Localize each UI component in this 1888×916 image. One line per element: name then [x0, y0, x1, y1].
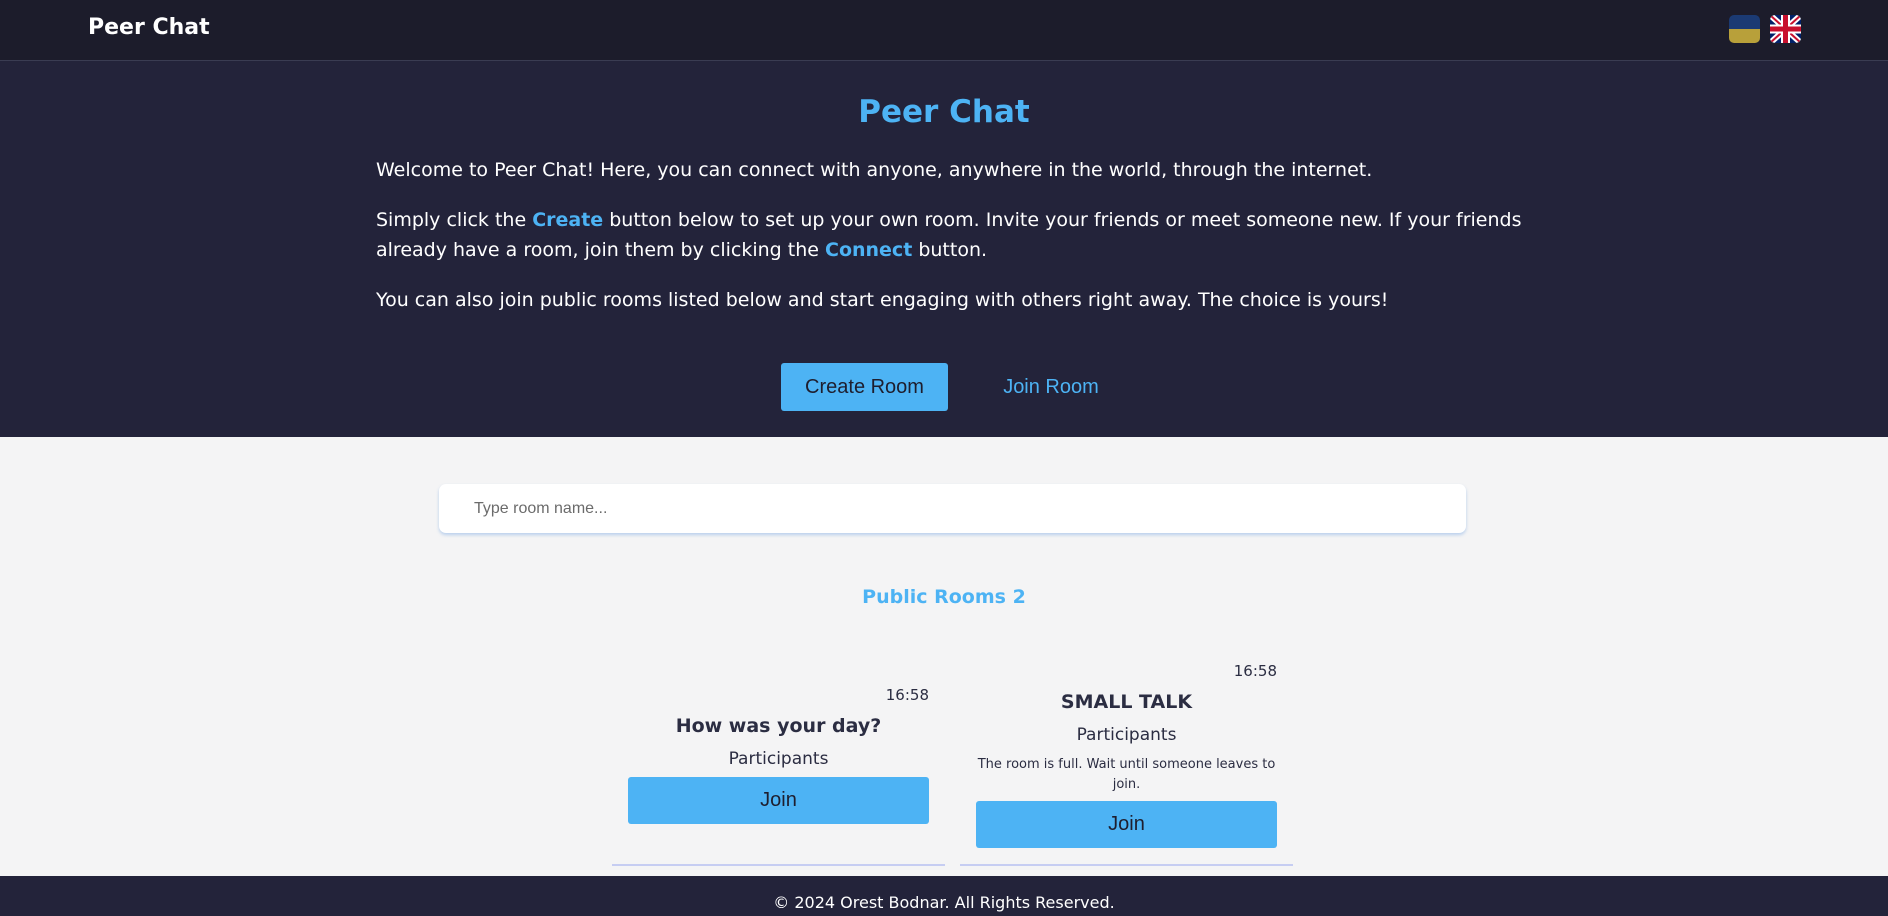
connect-highlight: Connect	[825, 239, 913, 261]
room-time: 16:58	[885, 686, 929, 704]
room-name: How was your day?	[675, 715, 882, 737]
ukraine-flag-icon[interactable]	[1729, 15, 1760, 43]
room-name: SMALL TALK	[1060, 691, 1193, 713]
room-search-input[interactable]	[439, 484, 1466, 533]
intro-text: Welcome to Peer Chat! Here, you can conn…	[376, 155, 1526, 335]
intro-paragraph-2: Simply click the Create button below to …	[376, 205, 1526, 265]
intro-paragraph-1: Welcome to Peer Chat! Here, you can conn…	[376, 159, 1373, 181]
page-title: Peer Chat	[858, 94, 1030, 130]
uk-flag-icon[interactable]	[1770, 15, 1801, 43]
intro-text-segment: Simply click the	[376, 209, 533, 231]
create-highlight: Create	[532, 209, 604, 231]
public-rooms-title: Public Rooms 2	[862, 586, 1026, 608]
footer: © 2024 Orest Bodnar. All Rights Reserved…	[0, 876, 1888, 916]
room-participants: Participants	[1076, 725, 1177, 745]
room-card: 16:58 How was your day? Participants Joi…	[612, 680, 945, 866]
join-button[interactable]: Join	[976, 801, 1277, 848]
join-room-button[interactable]: Join Room	[1000, 363, 1102, 411]
intro-text-segment: button.	[912, 239, 988, 261]
top-bar: Peer Chat	[0, 0, 1888, 61]
intro-paragraph-3: You can also join public rooms listed be…	[376, 289, 1389, 311]
room-full-notice: The room is full. Wait until someone lea…	[977, 757, 1276, 792]
room-participants: Participants	[728, 749, 829, 769]
room-time: 16:58	[1233, 662, 1277, 680]
room-card: 16:58 SMALL TALK Participants The room i…	[960, 656, 1293, 866]
join-button[interactable]: Join	[628, 777, 929, 824]
language-switcher	[1729, 15, 1801, 43]
hero-section: Peer Chat Welcome to Peer Chat! Here, yo…	[0, 61, 1888, 437]
brand-logo[interactable]: Peer Chat	[88, 15, 210, 40]
create-room-button[interactable]: Create Room	[781, 363, 948, 411]
copyright-text: © 2024 Orest Bodnar. All Rights Reserved…	[773, 893, 1115, 912]
